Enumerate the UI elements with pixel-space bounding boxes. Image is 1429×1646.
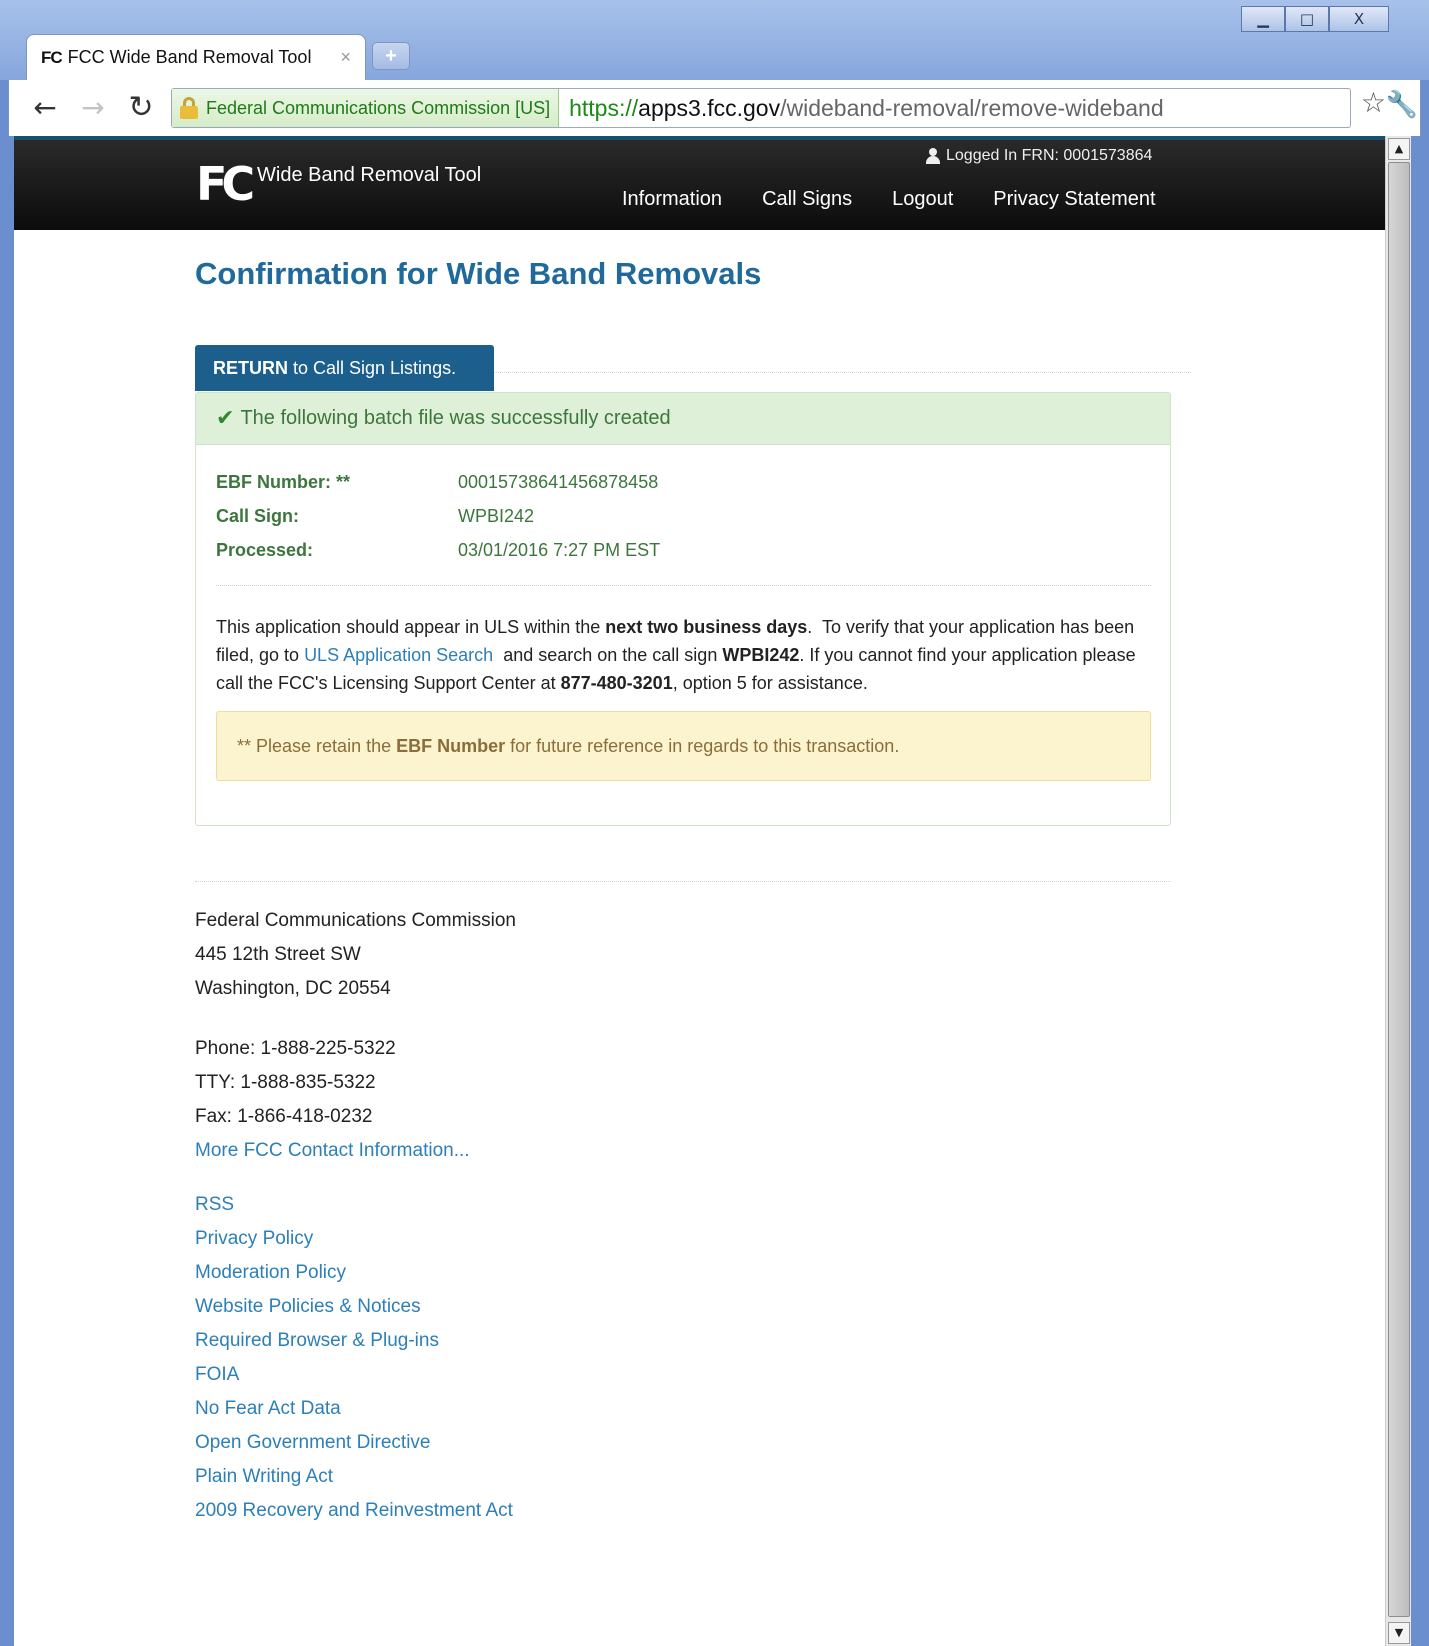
ev-label: Federal Communications Commission [US]: [206, 97, 551, 118]
scroll-up-arrow-icon[interactable]: ▲: [1388, 138, 1410, 160]
para-text: This application should appear in ULS wi…: [216, 617, 606, 637]
checkmark-icon: ✔: [216, 406, 235, 431]
return-label-bold: RETURN: [213, 357, 288, 378]
site-header: FC Wide Band Removal Tool Logged In FRN:…: [14, 136, 1385, 230]
vertical-scrollbar[interactable]: ▲ ▼: [1385, 136, 1411, 1646]
page-viewport: FC Wide Band Removal Tool Logged In FRN:…: [14, 136, 1411, 1646]
notice-text: ** Please retain the: [237, 735, 397, 756]
new-tab-button[interactable]: +: [372, 42, 410, 70]
url-text[interactable]: https://apps3.fcc.gov/wideband-removal/r…: [569, 95, 1164, 122]
page-title: Confirmation for Wide Band Removals: [195, 256, 762, 291]
instructions-paragraph: This application should appear in ULS wi…: [216, 613, 1156, 697]
footer-link-open-government[interactable]: Open Government Directive: [195, 1432, 431, 1453]
footer-street: 445 12th Street SW: [195, 944, 361, 965]
panel-divider: [216, 585, 1151, 586]
para-bold: WPBI242: [722, 645, 800, 665]
main-nav: Information Call Signs Logout Privacy St…: [622, 188, 1196, 211]
confirmation-panel: ✔ The following batch file was successfu…: [195, 392, 1171, 826]
more-contact-link[interactable]: More FCC Contact Information...: [195, 1140, 470, 1161]
reload-icon[interactable]: ↻: [123, 90, 159, 126]
url-path: /wideband-removal/remove-wideband: [780, 94, 1164, 121]
footer-divider: [195, 881, 1171, 882]
para-text: and search on the call sign: [493, 645, 723, 665]
star-icon[interactable]: ☆: [1361, 86, 1386, 119]
footer-link-no-fear-act[interactable]: No Fear Act Data: [195, 1398, 341, 1419]
url-host: apps3.fcc.gov: [638, 94, 781, 121]
minimize-button[interactable]: ▁: [1241, 6, 1285, 32]
title-bar: FC FCC Wide Band Removal Tool × + ▁ □ X: [0, 0, 1429, 80]
footer-link-required-browser[interactable]: Required Browser & Plug-ins: [195, 1330, 439, 1351]
footer-link-recovery-act[interactable]: 2009 Recovery and Reinvestment Act: [195, 1500, 513, 1521]
browser-toolbar: ← → ↻ Federal Communications Commission …: [8, 80, 1421, 136]
return-label-rest: to Call Sign Listings.: [288, 357, 457, 378]
footer-city: Washington, DC 20554: [195, 978, 391, 999]
details-table: EBF Number: ** 00015738641456878458 Call…: [216, 465, 660, 567]
footer-link-plain-writing[interactable]: Plain Writing Act: [195, 1466, 333, 1487]
user-icon: [926, 148, 940, 164]
browser-tab[interactable]: FC FCC Wide Band Removal Tool ×: [26, 34, 366, 80]
site-title: Wide Band Removal Tool: [257, 164, 482, 186]
return-button[interactable]: RETURN to Call Sign Listings.: [195, 345, 494, 391]
window-controls: ▁ □ X: [1241, 6, 1389, 32]
tab-title: FCC Wide Band Removal Tool: [67, 47, 312, 67]
footer-phone: Phone: 1-888-225-5322: [195, 1038, 396, 1059]
close-window-button[interactable]: X: [1329, 6, 1389, 32]
wrench-icon[interactable]: 🔧: [1386, 90, 1418, 120]
login-status: Logged In FRN: 0001573864: [926, 147, 1152, 165]
notice-bold: EBF Number: [396, 735, 506, 756]
footer-link-rss[interactable]: RSS: [195, 1194, 234, 1215]
footer-link-foia[interactable]: FOIA: [195, 1364, 239, 1385]
success-header: ✔ The following batch file was successfu…: [196, 393, 1170, 445]
detail-value: 03/01/2016 7:27 PM EST: [458, 539, 661, 560]
success-message: The following batch file was successfull…: [240, 407, 671, 429]
footer-fax: Fax: 1-866-418-0232: [195, 1106, 373, 1127]
detail-label: Processed:: [216, 539, 314, 560]
detail-value: 00015738641456878458: [458, 471, 659, 492]
notice-text: for future reference in regards to this …: [505, 735, 900, 756]
url-scheme: https://: [569, 94, 639, 121]
detail-row-processed: Processed: 03/01/2016 7:27 PM EST: [216, 533, 660, 567]
footer-org: Federal Communications Commission: [195, 910, 516, 931]
footer-tty: TTY: 1-888-835-5322: [195, 1072, 376, 1093]
nav-information[interactable]: Information: [622, 188, 722, 211]
detail-row-ebf: EBF Number: ** 00015738641456878458: [216, 465, 660, 499]
tab-divider: [494, 372, 1191, 373]
para-text: , option 5 for assistance.: [672, 673, 868, 693]
address-bar[interactable]: Federal Communications Commission [US] h…: [171, 88, 1351, 128]
fcc-logo[interactable]: FC: [196, 160, 255, 208]
fcc-favicon-icon: FC: [41, 47, 63, 67]
back-arrow-icon[interactable]: ←: [27, 90, 63, 126]
site-footer: Federal Communications Commission 445 12…: [195, 906, 516, 1530]
scrollbar-thumb[interactable]: [1388, 162, 1410, 1617]
nav-privacy-statement[interactable]: Privacy Statement: [993, 188, 1155, 211]
detail-label: EBF Number: **: [216, 471, 351, 492]
browser-window: FC FCC Wide Band Removal Tool × + ▁ □ X …: [0, 0, 1429, 1646]
detail-value: WPBI242: [458, 505, 535, 526]
detail-label: Call Sign:: [216, 505, 300, 526]
nav-logout[interactable]: Logout: [892, 188, 953, 211]
scroll-down-arrow-icon[interactable]: ▼: [1388, 1622, 1410, 1644]
lock-icon: [180, 97, 198, 119]
retain-notice: ** Please retain the EBF Number for futu…: [216, 711, 1151, 781]
para-bold: 877-480-3201: [560, 673, 673, 693]
footer-link-privacy-policy[interactable]: Privacy Policy: [195, 1228, 313, 1249]
footer-link-website-policies[interactable]: Website Policies & Notices: [195, 1296, 421, 1317]
para-bold: next two business days: [605, 617, 808, 637]
maximize-button[interactable]: □: [1285, 6, 1329, 32]
nav-call-signs[interactable]: Call Signs: [762, 188, 852, 211]
ev-certificate-badge[interactable]: Federal Communications Commission [US]: [172, 89, 560, 127]
login-text: Logged In FRN: 0001573864: [946, 147, 1153, 164]
uls-search-link[interactable]: ULS Application Search: [304, 645, 493, 665]
forward-arrow-icon[interactable]: →: [75, 90, 111, 126]
tab-close-icon[interactable]: ×: [340, 47, 351, 68]
footer-link-moderation-policy[interactable]: Moderation Policy: [195, 1262, 346, 1283]
detail-row-call-sign: Call Sign: WPBI242: [216, 499, 660, 533]
